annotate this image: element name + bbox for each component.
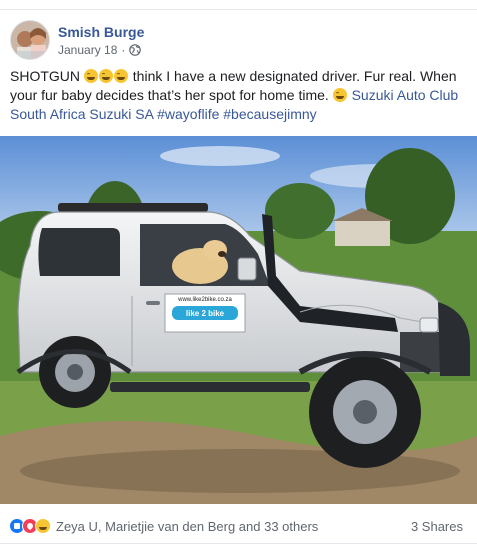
date-separator: ·	[121, 43, 126, 57]
rofl-emoji-icon	[113, 69, 128, 83]
post-date[interactable]: January 18	[58, 43, 117, 57]
decal-url: www.like2bike.co.za	[177, 297, 232, 303]
text-line1: think I have a new designated driver. Fu…	[132, 68, 417, 84]
post-footer: Zeya U, Marietjie van den Berg and 33 ot…	[0, 508, 477, 542]
top-divider	[0, 9, 477, 10]
haha-icon	[35, 518, 51, 534]
post-meta: January 18 ·	[58, 43, 142, 57]
rofl-emoji-icon	[83, 69, 98, 83]
avatar[interactable]	[10, 20, 50, 60]
post-header: Smish Burge January 18 ·	[10, 20, 470, 64]
post-photo[interactable]: www.like2bike.co.za like 2 bike	[0, 136, 477, 504]
reactions[interactable]: Zeya U, Marietjie van den Berg and 33 ot…	[9, 518, 318, 534]
tag-suzuki-sa[interactable]: Suzuki SA	[89, 106, 153, 122]
bottom-divider	[0, 543, 477, 544]
post-text: SHOTGUN think I have a new designated dr…	[10, 67, 470, 124]
facebook-post: Smish Burge January 18 · SHOTGUN think I…	[0, 0, 477, 551]
hashtag-wayoflife[interactable]: #wayoflife	[157, 106, 219, 122]
hashtag-becausejimny[interactable]: #becausejimny	[223, 106, 316, 122]
jimny-dog-photo: www.like2bike.co.za like 2 bike	[0, 136, 477, 504]
rofl-emoji-icon	[98, 69, 113, 83]
author-name[interactable]: Smish Burge	[58, 24, 144, 40]
globe-icon[interactable]	[129, 44, 142, 56]
decal-brand: like 2 bike	[186, 309, 225, 318]
shares-count[interactable]: 3 Shares	[411, 519, 463, 534]
rofl-emoji-icon	[332, 88, 347, 102]
avatar-photo	[11, 21, 49, 59]
tag-suzuki[interactable]: Suzuki	[352, 87, 394, 103]
reaction-summary[interactable]: Zeya U, Marietjie van den Berg and 33 ot…	[56, 519, 318, 534]
text-shotgun: SHOTGUN	[10, 68, 80, 84]
